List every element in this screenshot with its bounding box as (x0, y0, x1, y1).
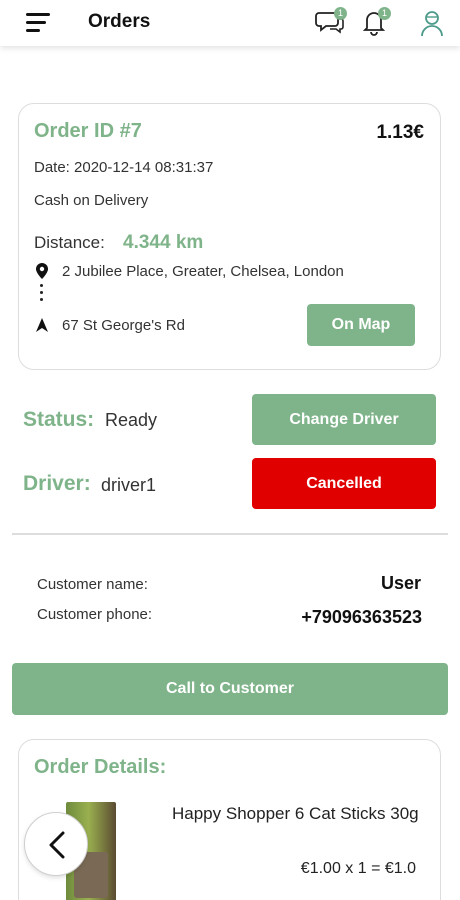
distance-value: 4.344 km (123, 232, 204, 253)
map-pin-icon (36, 263, 48, 279)
order-card: Order ID #7 1.13€ Date: 2020-12-14 08:31… (18, 103, 441, 370)
customer-name-value: User (380, 573, 421, 593)
order-id: Order ID #7 (34, 120, 142, 142)
notifications-badge: 1 (378, 7, 391, 20)
customer-phone-label: Customer phone: (37, 606, 153, 623)
status-label: Status: (23, 408, 95, 431)
payment-method: Cash on Delivery (34, 192, 149, 209)
app-header: Orders 1 1 (0, 0, 460, 46)
status-value: Ready (105, 410, 158, 430)
call-customer-button[interactable]: Call to Customer (12, 663, 448, 715)
product-price-line: €1.00 x 1 = €1.0 (300, 860, 416, 877)
pickup-address: 2 Jubilee Place, Greater, Chelsea, Londo… (62, 263, 344, 280)
menu-icon[interactable] (26, 13, 52, 33)
product-name: Happy Shopper 6 Cat Sticks 30g (172, 804, 419, 823)
navigation-arrow-icon (36, 318, 48, 332)
distance-label: Distance: (34, 233, 105, 252)
order-total: 1.13€ (376, 122, 424, 143)
chat-badge: 1 (334, 7, 347, 20)
customer-name-label: Customer name: (37, 576, 148, 593)
chat-icon[interactable]: 1 (315, 7, 347, 39)
cancelled-button[interactable]: Cancelled (252, 458, 436, 509)
driver-value: driver1 (101, 475, 157, 495)
delivery-address: 67 St George's Rd (62, 317, 185, 334)
order-date: Date: 2020-12-14 08:31:37 (34, 159, 214, 176)
route-dots (40, 284, 44, 305)
divider (12, 533, 448, 535)
bell-icon[interactable]: 1 (359, 7, 391, 39)
on-map-button[interactable]: On Map (307, 304, 415, 346)
order-details-card: Order Details: Happy Shopper 6 Cat Stick… (18, 739, 441, 900)
back-arrow-icon (49, 831, 65, 859)
driver-label: Driver: (23, 472, 91, 495)
user-avatar-icon[interactable] (416, 7, 448, 39)
order-details-title: Order Details: (34, 756, 167, 778)
back-button[interactable] (24, 812, 88, 876)
customer-phone-value[interactable]: +79096363523 (301, 607, 422, 628)
change-driver-button[interactable]: Change Driver (252, 394, 436, 445)
page-title: Orders (88, 11, 151, 32)
